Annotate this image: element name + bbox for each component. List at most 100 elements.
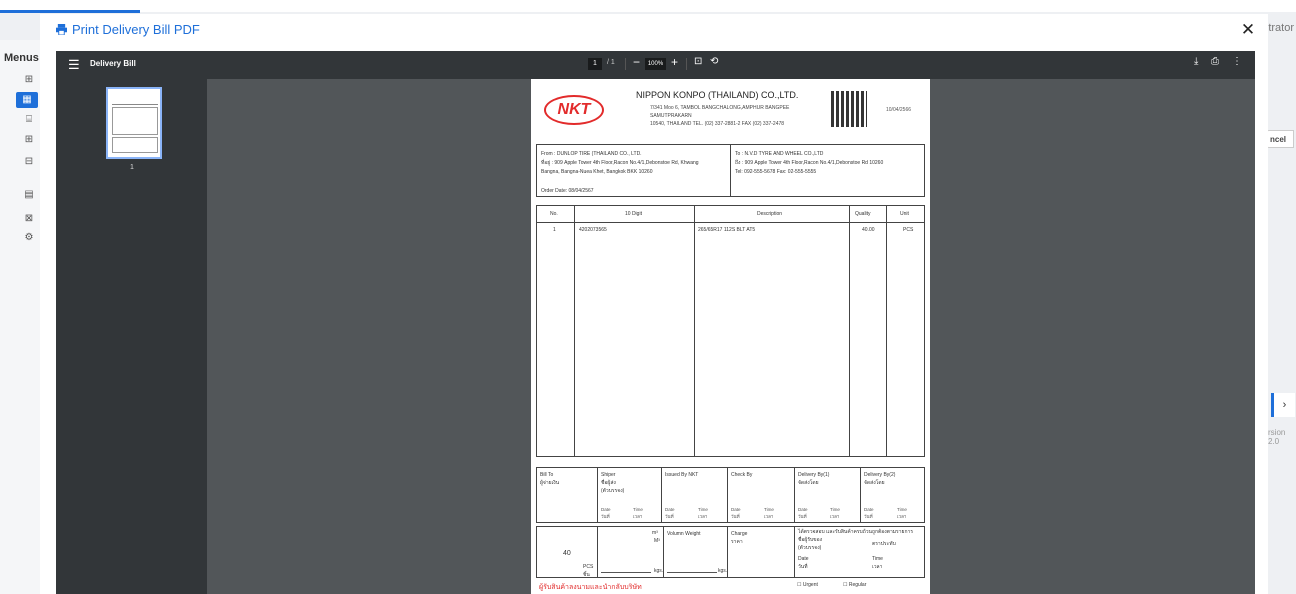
hamburger-menu-icon[interactable]: ☰ [68,57,80,73]
thumb-table [112,107,158,135]
sidebar-item-s[interactable]: ⊟ [22,156,36,168]
sig-title: Check By [731,472,753,478]
from-address: From : DUNLOP TIRE (THAILAND CO., LTD. ท… [541,150,699,177]
document-date: 10/04/2566 [886,107,912,113]
company-address: 7/341 Moo 6, TAMBOL BANGCHALONG,AMPHUR B… [650,104,789,128]
from-line: Bangna, Bangna-Nuea Khet, Bangkok BKK 10… [541,169,653,175]
header-no: No. [550,211,558,217]
col-divider [860,468,861,522]
cancel-button[interactable]: ncel [1266,130,1294,148]
sig-title: Issued By NKT [665,472,699,478]
date-label: Date วันที่ [731,506,741,520]
col-divider [597,527,598,577]
date-text: Date [798,507,808,512]
modal-title: Print Delivery Bill PDF [56,22,200,37]
col-divider [574,206,575,456]
address-line: SAMUTPRAKARN [650,113,692,119]
sig-title: Delivery By(2) [864,472,896,478]
date-label: Date วันที่ [864,506,874,520]
sidebar-item-t[interactable]: ⊠ [22,213,36,225]
receiver-name: ชื่อผู้รับของ [798,537,823,543]
from-to-box: From : DUNLOP TIRE (THAILAND CO., LTD. ท… [536,144,925,197]
time-label: Time เวลา [830,506,840,520]
time-label: Time เวลา [897,506,907,520]
divider [730,145,731,196]
time-th: เวลา [830,514,840,519]
sidebar-item-dashboard[interactable]: ⊞ [22,74,36,86]
header-quality: Quality [855,211,871,217]
top-bar [0,0,1296,12]
time-label: Time เวลา [764,506,774,520]
sidebar-item-inventory[interactable]: ⌸ [22,114,36,126]
thumbnail-panel: 1 [56,79,207,594]
date-th: วันที่ [731,514,740,519]
company-name: NIPPON KONPO (THAILAND) CO.,LTD. [636,90,799,100]
from-line: From : DUNLOP TIRE (THAILAND CO., LTD. [541,151,642,157]
date-text: Date [798,556,809,562]
time-text: Time [633,507,643,512]
receiver-stamp: ตราประทับ [872,541,896,547]
sidebar-item-m[interactable]: ▤ [22,189,36,201]
receiver-sub: (ตัวบรรจง) [798,545,822,551]
zoom-input[interactable]: 100% [645,58,666,70]
page-total: / 1 [607,59,615,66]
charge-th: ราคา [731,539,743,545]
printer-icon [56,24,67,35]
document-page: NKT NIPPON KONPO (THAILAND) CO.,LTD. 7/3… [531,79,930,594]
sidebar-item-c[interactable]: ⊞ [22,134,36,146]
sig-check: Check By [731,471,752,479]
time-label: Time เวลา [872,555,883,571]
date-label: Date วันที่ [601,506,611,520]
date-text: Date [864,507,874,512]
pcs-text: PCS [583,564,594,570]
sidebar-item-settings[interactable]: ⚙ [22,232,36,244]
download-icon[interactable]: ⤓ [1194,56,1198,67]
fit-page-icon[interactable]: ⊡ [694,56,702,67]
header-description: Description [757,211,783,217]
print-icon[interactable]: ⎙ [1211,56,1219,67]
sig-shiper: Shiper ชื่อผู้ส่ง (ตัวบรรจง) [601,471,624,495]
rotate-icon[interactable]: ⟲ [710,56,718,67]
m2-label: M³ [654,538,660,544]
address-line: 7/341 Moo 6, TAMBOL BANGCHALONG,AMPHUR B… [650,105,790,111]
sig-sub: (ตัวบรรจง) [601,488,625,494]
date-label: Date วันที่ [665,506,675,520]
cell-unit: PCS [903,227,914,233]
time-th: เวลา [633,514,643,519]
weight-section: 40 PCS ชิ้น m³ M³ kgs. Volumn Weight kgs.… [536,526,925,578]
toolbar-divider [686,58,687,70]
chevron-right-icon[interactable]: › [1271,393,1295,417]
time-text: Time [764,507,774,512]
zoom-out-icon[interactable]: − [633,55,640,69]
date-th: วันที่ [665,514,674,519]
col-divider [661,468,662,522]
close-icon[interactable]: ✕ [1240,21,1256,38]
pcs-label: PCS ชิ้น [583,563,593,579]
sig-title: Shiper [601,472,616,478]
header-digit: 10 Digit [625,211,642,217]
time-text: Time [698,507,708,512]
more-options-icon[interactable]: ⋮ [1232,56,1242,67]
time-th: เวลา [764,514,774,519]
page-thumbnail[interactable] [106,87,162,159]
modal-title-text: Print Delivery Bill PDF [72,22,200,37]
charge-text: Charge [731,531,748,537]
signature-section: Bill To ผู้จ่ายเงิน Shiper ชื่อผู้ส่ง (ตัวบ… [536,467,925,523]
time-label: Time เวลา [698,506,708,520]
page-number-input[interactable]: 1 [588,58,602,70]
sig-sub: ผู้จ่ายเงิน [540,480,560,486]
sidebar-item-active[interactable]: ▦ [16,92,38,108]
from-line: ที่อยู่ : 909 Apple Tower 4th Floor,Raco… [541,160,699,166]
cell-no: 1 [553,227,556,233]
col-divider [849,206,850,456]
sig-sub: จัดส่งโดย [864,480,885,486]
zoom-in-icon[interactable]: + [671,55,678,69]
toolbar-divider [625,58,626,70]
document-title: Delivery Bill [90,59,136,68]
to-line: Tel: 092-555-5678 Fax: 02-555-5555 [735,169,817,175]
time-th: เวลา [897,514,907,519]
table-header-line [537,222,924,223]
date-th: วันที่ [798,564,808,570]
order-date: Order Date: 08/04/2567 [541,188,594,194]
cell-description: 265/65R17 112S BLT AT5 [698,227,756,233]
